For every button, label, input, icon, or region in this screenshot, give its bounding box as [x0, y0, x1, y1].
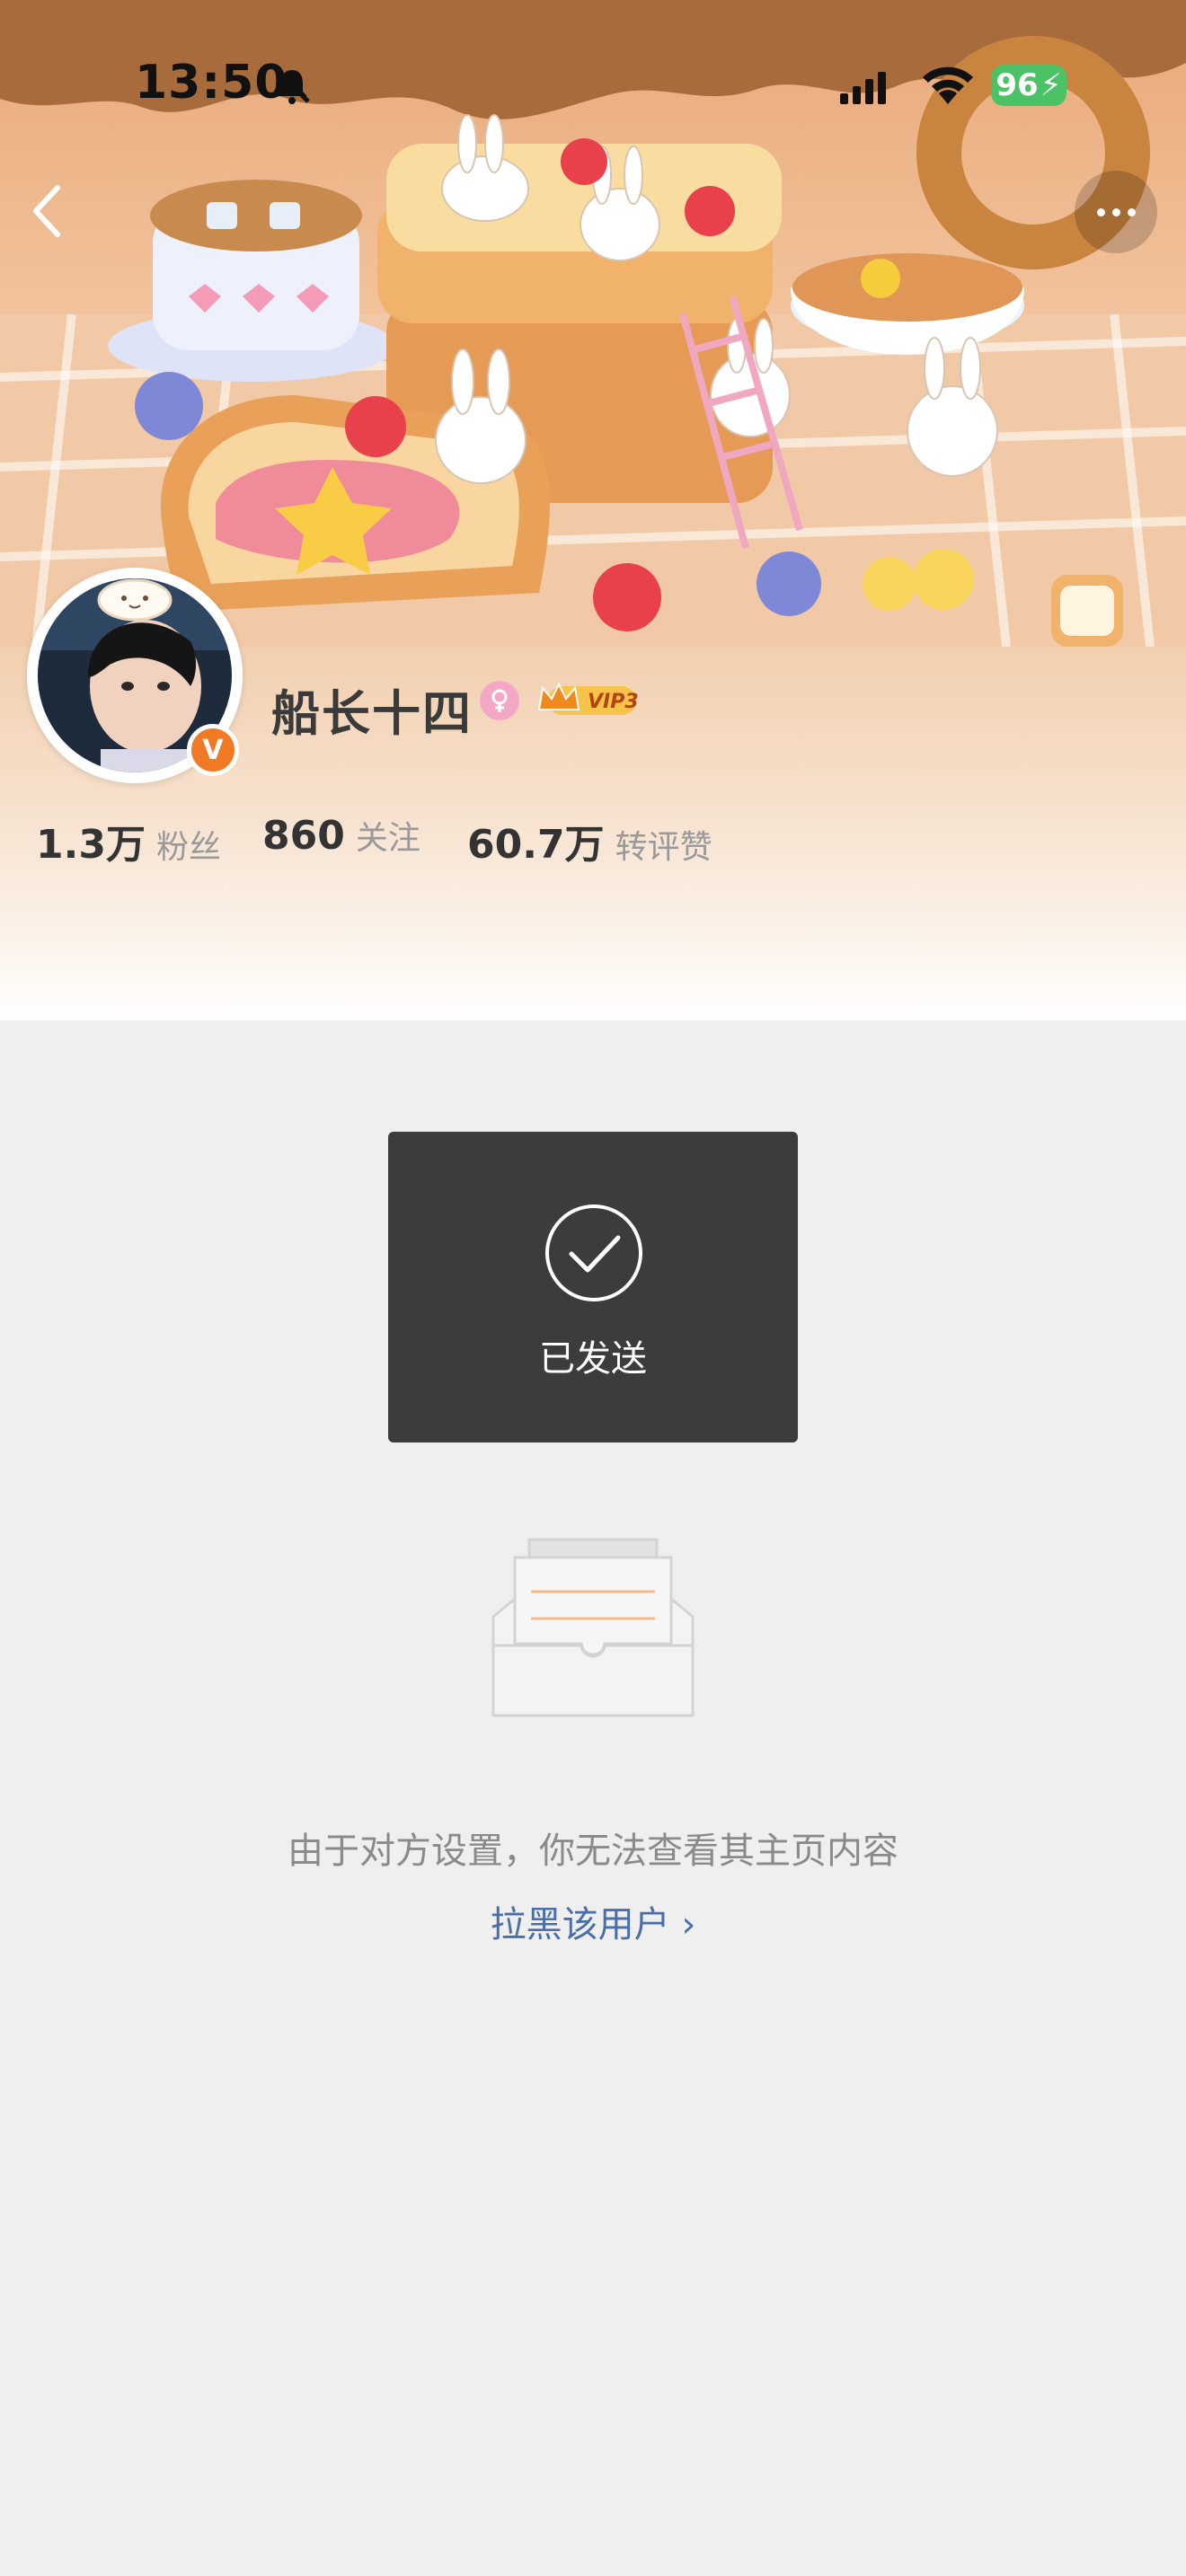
stat-following[interactable]: 860 关注: [262, 812, 420, 859]
sent-toast: 已发送: [388, 1132, 798, 1442]
fans-label: 粉丝: [155, 829, 221, 866]
check-circle-icon: [545, 1204, 642, 1301]
female-icon: [480, 681, 519, 720]
status-time: 13:50: [135, 56, 288, 110]
back-button[interactable]: [20, 175, 74, 247]
avatar-pendant-decoration: [97, 578, 173, 622]
battery-indicator: 96 ⚡: [991, 65, 1067, 106]
profile-cover-banner: 13:50 96 ⚡: [0, 0, 1186, 647]
signal-icon: [840, 72, 886, 104]
following-count: 860: [262, 813, 345, 859]
stat-reposts-comments-likes[interactable]: 60.7万 转评赞: [467, 812, 712, 869]
profile-username: 船长十四: [271, 685, 473, 742]
restricted-profile-message: 由于对方设置，你无法查看其主页内容: [288, 1831, 898, 1872]
following-label: 关注: [355, 820, 420, 857]
stat-fans[interactable]: 1.3万 粉丝: [36, 812, 221, 869]
ellipsis-icon: [1096, 207, 1105, 216]
svg-text:VIP3: VIP3: [588, 691, 638, 713]
verified-badge: V: [187, 724, 239, 776]
battery-level: 96: [996, 67, 1039, 103]
likes-label: 转评赞: [615, 829, 712, 866]
block-user-link[interactable]: 拉黑该用户 ›: [0, 1895, 1186, 1947]
more-options-button[interactable]: [1075, 171, 1157, 253]
bell-mute-icon: [274, 67, 310, 104]
fans-count: 1.3万: [36, 822, 146, 868]
likes-count: 60.7万: [467, 822, 605, 868]
empty-inbox-icon: [491, 1538, 695, 1717]
chevron-left-icon: [33, 185, 60, 237]
battery-charging-icon: ⚡: [1040, 67, 1062, 103]
toast-message: 已发送: [539, 1338, 647, 1380]
wifi-icon: [923, 66, 973, 104]
vip-badge[interactable]: VIP3: [535, 679, 638, 720]
